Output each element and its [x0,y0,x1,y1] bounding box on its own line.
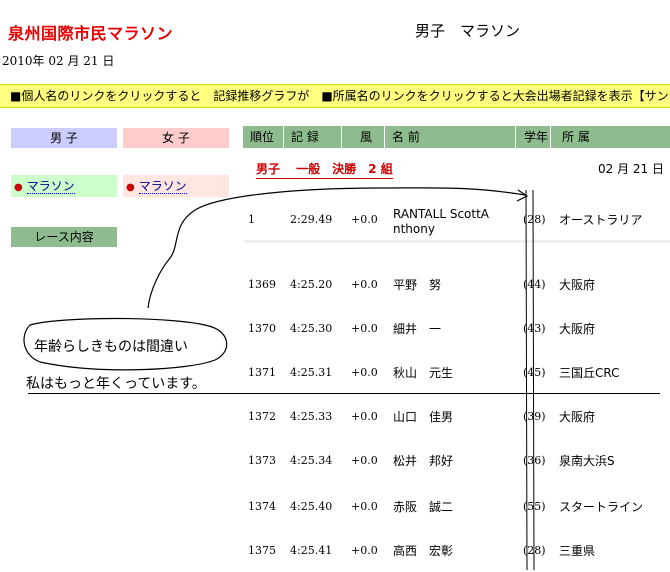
annotation-overlay [23,187,535,570]
annotation-underline [28,393,660,394]
annotation-note: 私はもっと年くっています。 [26,376,206,392]
annotation-bubble-text: 年齢らしきものは間違い [34,339,188,355]
